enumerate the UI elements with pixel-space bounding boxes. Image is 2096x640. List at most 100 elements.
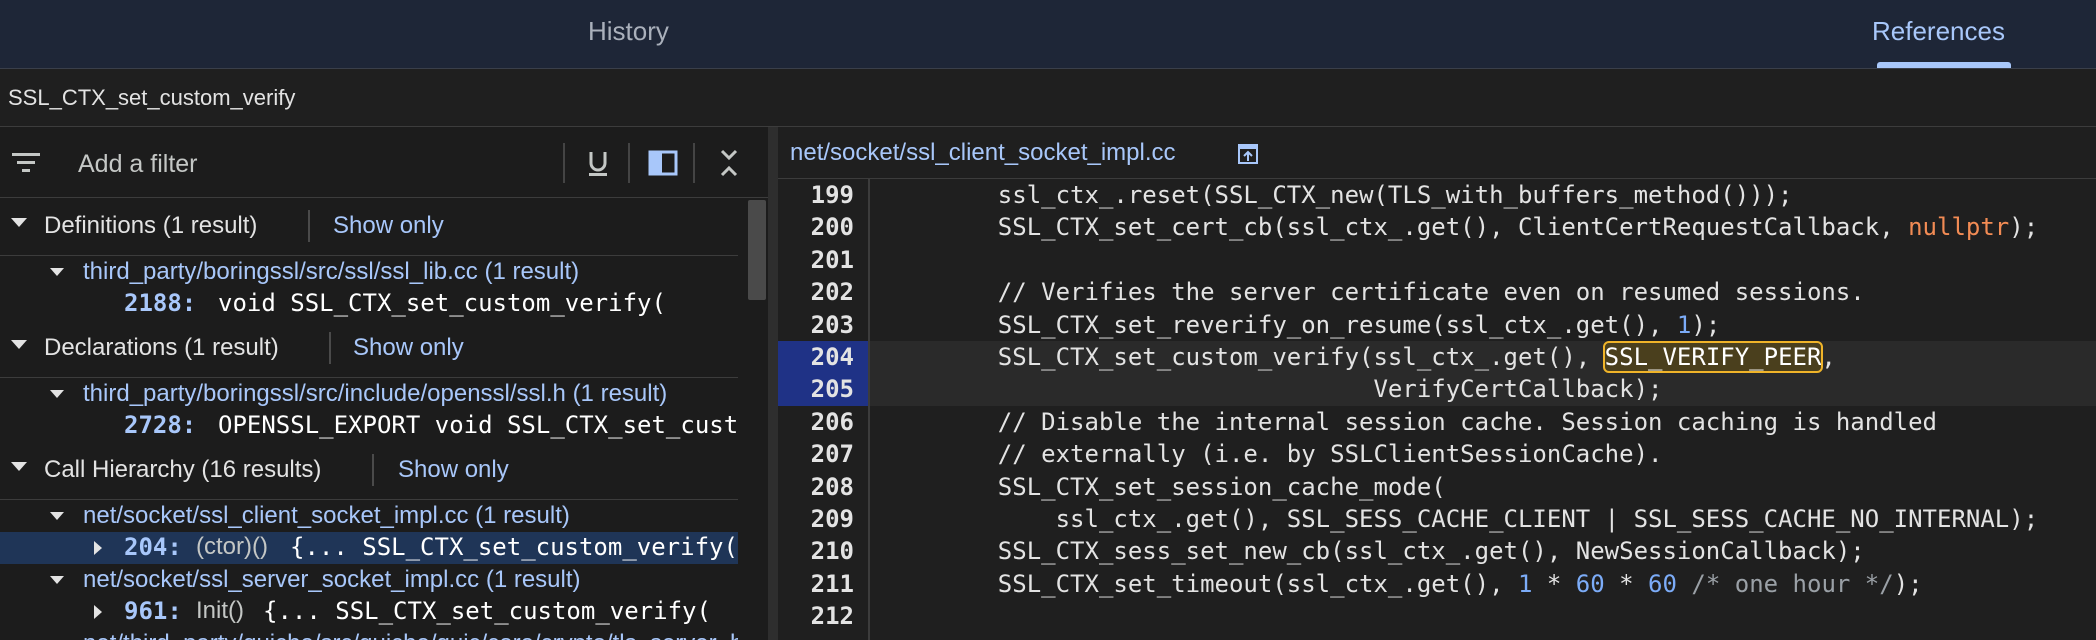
keyword-token[interactable]: nullptr <box>1908 213 2009 241</box>
result-line-selected[interactable]: 204: (ctor)() {... SSL_CTX_set_custom_ve… <box>0 532 738 564</box>
group-definitions[interactable]: Definitions (1 result) Show only <box>0 198 738 256</box>
chevron-down-icon <box>50 576 64 584</box>
divider <box>308 210 310 242</box>
code-text: SSL_CTX_set_custom_verify(ssl_ctx_.get()… <box>940 341 1836 373</box>
search-highlight-token[interactable]: SSL_VERIFY_PEER <box>1602 341 1824 373</box>
code-line: 199 ssl_ctx_.reset(SSL_CTX_new(TLS_with_… <box>778 179 2096 211</box>
gutter-line-number[interactable]: 211 <box>778 568 868 600</box>
file-path: third_party/boringssl/src/ssl/ssl_lib.cc… <box>83 258 580 285</box>
split-view-icon[interactable] <box>645 145 681 181</box>
code-text: SSL_CTX_set_session_cache_mode( <box>940 472 1446 501</box>
chevron-right-icon[interactable] <box>94 605 102 619</box>
toolbar-divider <box>563 143 565 183</box>
tab-history[interactable]: History <box>588 0 669 64</box>
show-only-button[interactable]: Show only <box>333 212 444 240</box>
code-segment: * <box>1604 569 1649 598</box>
line-context: (ctor)() <box>196 533 268 560</box>
code-segment: SSL_CTX_set_reverify_on_resume(ssl_ctx_.… <box>940 310 1677 339</box>
code-line: 201 <box>778 244 2096 276</box>
file-path: net/socket/ssl_client_socket_impl.cc (1 … <box>83 502 570 529</box>
result-line[interactable]: 961: Init() {... SSL_CTX_set_custom_veri… <box>0 596 738 628</box>
filter-icon[interactable] <box>8 145 44 181</box>
show-only-button[interactable]: Show only <box>353 334 464 362</box>
tab-references[interactable]: References <box>1872 0 2005 64</box>
code-text: SSL_CTX_set_cert_cb(ssl_ctx_.get(), Clie… <box>940 211 2038 243</box>
gutter-line-number[interactable]: 205 <box>778 373 868 406</box>
code-line-highlighted: 205 VerifyCertCallback); <box>778 373 2096 406</box>
file-item[interactable]: net/socket/ssl_client_socket_impl.cc (1 … <box>0 500 738 532</box>
gutter-line-number[interactable]: 207 <box>778 438 868 470</box>
show-only-button[interactable]: Show only <box>398 456 509 484</box>
filter-input[interactable] <box>76 143 540 185</box>
code-segment: SSL_CTX_set_custom_verify(ssl_ctx_.get()… <box>940 343 1605 371</box>
code-view: 199 ssl_ctx_.reset(SSL_CTX_new(TLS_with_… <box>778 179 2096 640</box>
gutter-line-number[interactable]: 199 <box>778 179 868 211</box>
result-line[interactable]: 2728: OPENSSL_EXPORT void SSL_CTX_set_cu… <box>0 410 738 442</box>
results-scrollbar[interactable] <box>748 200 766 300</box>
code-line: 202 // Verifies the server certificate e… <box>778 276 2096 308</box>
underline-icon[interactable] <box>580 145 616 181</box>
file-path: net/third_party/quiche/src/quiche/quic/c… <box>83 630 738 640</box>
top-tab-bar: History References <box>0 0 2096 69</box>
gutter-line-number[interactable]: 202 <box>778 276 868 308</box>
line-number: 2728: <box>124 411 197 439</box>
results-list: Definitions (1 result) Show only third_p… <box>0 198 738 640</box>
file-item[interactable]: net/socket/ssl_server_socket_impl.cc (1 … <box>0 564 738 596</box>
file-item[interactable]: third_party/boringssl/src/include/openss… <box>0 378 738 410</box>
code-line: 203 SSL_CTX_set_reverify_on_resume(ssl_c… <box>778 309 2096 341</box>
code-text: SSL_CTX_sess_set_new_cb(ssl_ctx_.get(), … <box>940 537 1865 566</box>
filter-bar <box>0 127 768 198</box>
number-token: 60 <box>1575 569 1605 598</box>
code-file-header: net/socket/ssl_client_socket_impl.cc <box>778 127 2096 179</box>
code-line: 200 SSL_CTX_set_cert_cb(ssl_ctx_.get(), … <box>778 211 2096 243</box>
group-title: Definitions (1 result) <box>44 212 258 239</box>
line-number: 204: <box>124 533 182 561</box>
code-panel: net/socket/ssl_client_socket_impl.cc 199… <box>778 127 2096 640</box>
number-token: 1 <box>1517 569 1533 598</box>
chevron-down-icon <box>50 512 64 520</box>
gutter-line-number[interactable]: 200 <box>778 211 868 243</box>
code-file-path[interactable]: net/socket/ssl_client_socket_impl.cc <box>790 139 1176 167</box>
code-line: 208 SSL_CTX_set_session_cache_mode( <box>778 471 2096 503</box>
file-item[interactable]: net/third_party/quiche/src/quiche/quic/c… <box>0 628 738 640</box>
chevron-down-icon <box>11 340 27 349</box>
code-text: ssl_ctx_.get(), SSL_SESS_CACHE_CLIENT | … <box>940 505 2039 533</box>
code-line: 211 SSL_CTX_set_timeout(ssl_ctx_.get(), … <box>778 568 2096 600</box>
gutter-line-number[interactable]: 208 <box>778 471 868 503</box>
line-number: 2188: <box>124 289 197 317</box>
file-path: net/socket/ssl_server_socket_impl.cc (1 … <box>83 566 581 593</box>
line-text: {... SSL_CTX_set_custom_verify( <box>263 597 711 625</box>
file-path: third_party/boringssl/src/include/openss… <box>83 380 668 407</box>
gutter-line-number[interactable]: 204 <box>778 341 868 374</box>
gutter-line-number[interactable]: 206 <box>778 406 868 438</box>
chevron-down-icon <box>50 268 64 276</box>
code-segment: ); <box>1893 569 1923 598</box>
code-line: 207 // externally (i.e. by SSLClientSess… <box>778 438 2096 470</box>
code-line-highlighted: 204 SSL_CTX_set_custom_verify(ssl_ctx_.g… <box>778 341 2096 374</box>
file-item[interactable]: third_party/boringssl/src/ssl/ssl_lib.cc… <box>0 256 738 288</box>
collapse-all-icon[interactable] <box>711 145 747 181</box>
chevron-down-icon <box>50 390 64 398</box>
gutter-line-number[interactable]: 212 <box>778 600 868 632</box>
open-in-new-icon[interactable] <box>1236 142 1260 166</box>
group-declarations[interactable]: Declarations (1 result) Show only <box>0 320 738 378</box>
chevron-down-icon <box>11 462 27 471</box>
gutter-border <box>868 179 870 640</box>
code-line: 212 <box>778 600 2096 632</box>
toolbar-divider <box>628 143 630 183</box>
gutter-line-number[interactable]: 201 <box>778 244 868 276</box>
line-text: OPENSSL_EXPORT void SSL_CTX_set_custom_v… <box>218 411 738 439</box>
code-line: 210 SSL_CTX_sess_set_new_cb(ssl_ctx_.get… <box>778 535 2096 567</box>
result-line[interactable]: 2188: void SSL_CTX_set_custom_verify( <box>0 288 738 320</box>
code-comment: /* one hour */ <box>1676 569 1894 598</box>
code-comment: // Verifies the server certificate even … <box>940 278 1865 307</box>
gutter-line-number[interactable]: 210 <box>778 535 868 567</box>
panel-splitter[interactable] <box>768 127 778 640</box>
gutter-line-number[interactable]: 209 <box>778 503 868 535</box>
code-segment: ); <box>1691 310 1721 339</box>
group-call-hierarchy[interactable]: Call Hierarchy (16 results) Show only <box>0 442 738 500</box>
group-title: Call Hierarchy (16 results) <box>44 456 322 483</box>
code-segment: SSL_CTX_set_timeout(ssl_ctx_.get(), <box>940 569 1518 598</box>
chevron-right-icon[interactable] <box>94 541 102 555</box>
gutter-line-number[interactable]: 203 <box>778 309 868 341</box>
